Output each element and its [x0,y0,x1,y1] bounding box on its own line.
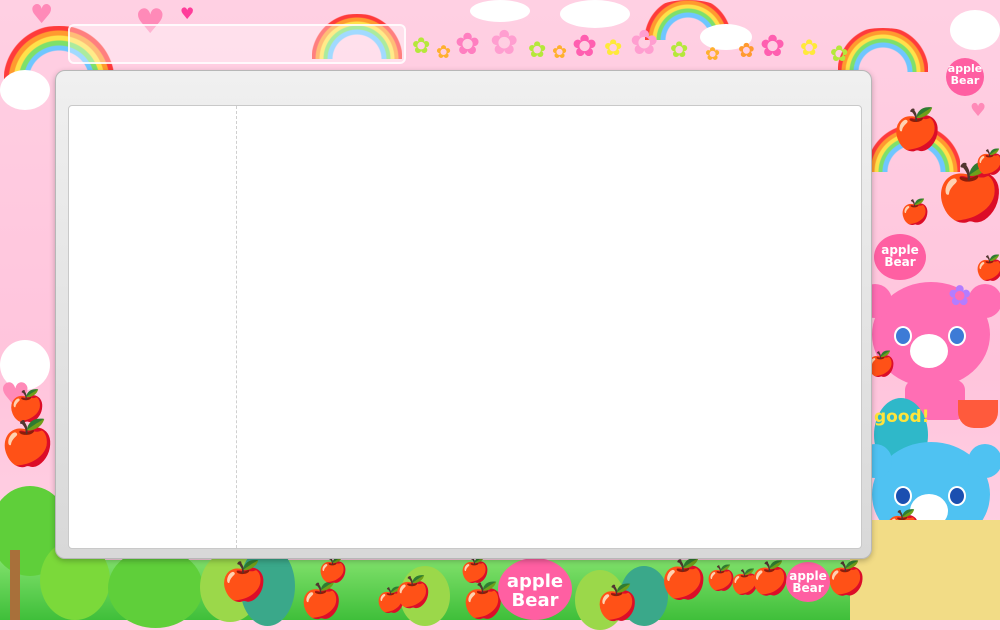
sand-path [850,520,1000,620]
apple-icon: 🍎 [975,254,1000,282]
apple-bear-badge: apple Bear [874,234,926,280]
apple-icon: 🍎 [300,581,343,621]
flower-icon: ✿ [830,42,849,67]
flower-icon: ✿ [630,23,659,63]
badge-text-bear: Bear [792,581,824,595]
content-area [68,105,862,549]
heart-icon: ♥ [180,4,195,23]
apple-bear-badge: apple Bear [786,562,830,602]
apple-icon: 🍎 [318,556,348,584]
cloud-icon [470,0,530,22]
flower-icon: ✿ [670,38,689,63]
apple-icon: 🍎 [460,556,490,584]
basket-icon [958,400,998,428]
flower-icon: ✿ [455,27,481,62]
apple-icon: 🍎 [900,198,930,226]
bear-eye [894,486,912,506]
cloud-icon [560,0,630,28]
cloud-icon [0,70,50,110]
flower-icon: ✿ [552,42,568,63]
badge-text-apple: apple [506,571,564,592]
flower-icon: ✿ [412,34,431,59]
apple-icon: 🍎 [394,575,432,610]
bear-eye [948,326,966,346]
flower-icon: ✿ [760,29,786,64]
apple-icon: 🍎 [0,418,55,469]
flower-icon: ✿ [572,29,598,64]
flower-icon: ✿ [738,38,755,62]
badge-text-bear: Bear [884,255,916,269]
flower-icon: ✿ [948,279,972,312]
window-titlebar[interactable] [56,71,871,103]
tree-trunk [10,550,20,620]
apple-icon: 🍎 [596,583,639,623]
tree-icon [108,548,203,628]
flower-icon: ✿ [436,42,452,63]
flower-icon: ✿ [800,36,819,61]
bear-eye [894,326,912,346]
apple-bear-badge: apple Bear [946,58,984,96]
heart-icon: ♥ [970,100,987,121]
bear-eye [948,486,966,506]
flower-icon: ✿ [705,44,721,65]
badge-text-bear: Bear [950,74,980,87]
left-pane[interactable] [69,106,235,548]
apple-icon: 🍎 [975,148,1000,176]
flower-icon: ✿ [604,36,623,61]
bear-snout [910,334,948,368]
balloon-text: good! [874,407,930,427]
main-window [55,70,872,559]
pane-divider[interactable] [236,106,237,548]
right-pane[interactable] [239,106,861,548]
apple-icon: 🍎 [892,107,942,153]
bear-ear [968,444,1000,478]
apple-icon: 🍎 [660,557,708,601]
apple-icon: 🍎 [826,559,866,597]
apple-icon: 🍎 [750,559,790,597]
rainbow-icon [838,28,928,72]
flower-icon: ✿ [528,38,547,63]
bear-ear [968,284,1000,318]
apple-icon: 🍎 [220,559,268,603]
top-bar[interactable] [68,24,406,64]
badge-text-bear: Bear [511,590,559,611]
apple-bear-badge: apple Bear [498,558,572,620]
flower-icon: ✿ [490,23,519,63]
cloud-icon [950,10,1000,50]
